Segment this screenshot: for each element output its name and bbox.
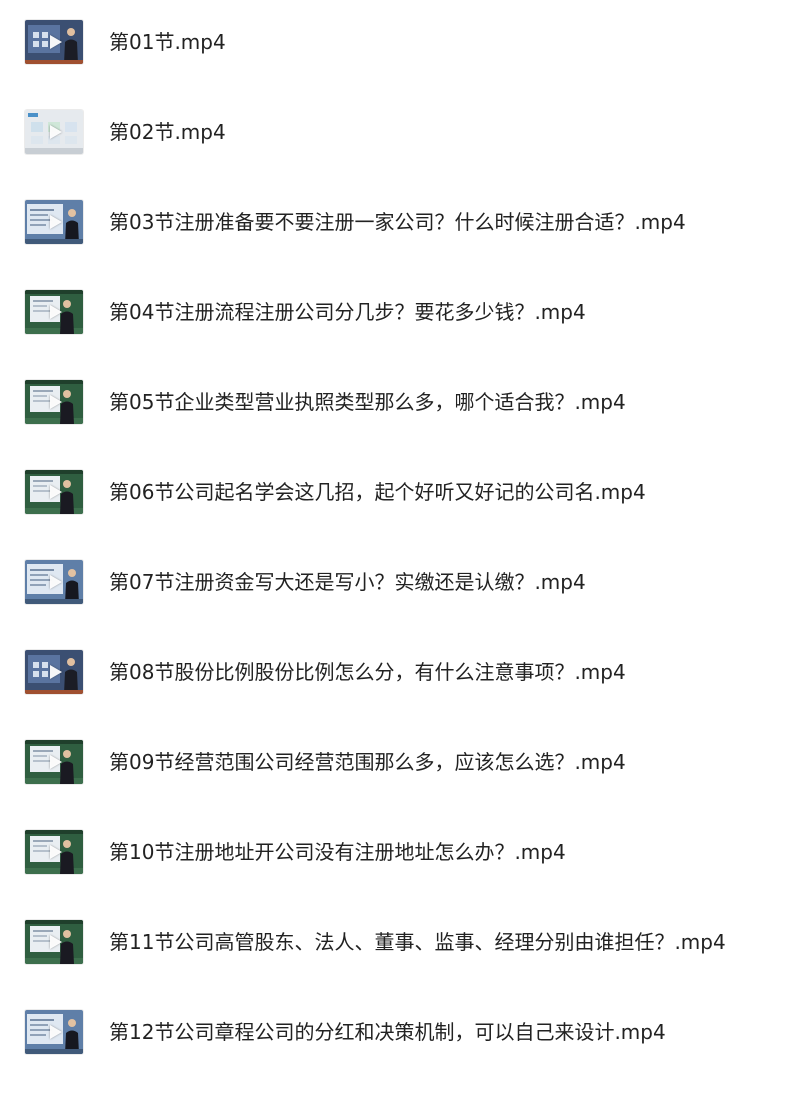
video-thumbnail[interactable] [25,290,83,334]
list-item[interactable]: 第09节经营范围公司经营范围那么多，应该怎么选？.mp4 [0,740,794,830]
file-name[interactable]: 第11节公司高管股东、法人、董事、监事、经理分别由谁担任？.mp4 [109,930,726,954]
file-name[interactable]: 第10节注册地址开公司没有注册地址怎么办？.mp4 [109,840,566,864]
video-thumbnail[interactable] [25,200,83,244]
video-thumbnail[interactable] [25,740,83,784]
list-item[interactable]: 第07节注册资金写大还是写小？实缴还是认缴？.mp4 [0,560,794,650]
file-name[interactable]: 第05节企业类型营业执照类型那么多，哪个适合我？.mp4 [109,390,626,414]
play-icon [50,125,62,139]
list-item[interactable]: 第02节.mp4 [0,110,794,200]
video-thumbnail[interactable] [25,560,83,604]
video-thumbnail[interactable] [25,380,83,424]
video-thumbnail[interactable] [25,20,83,64]
video-thumbnail[interactable] [25,110,83,154]
list-item[interactable]: 第04节注册流程注册公司分几步？要花多少钱？.mp4 [0,290,794,380]
play-icon [50,845,62,859]
file-name[interactable]: 第01节.mp4 [109,30,226,54]
list-item[interactable]: 第11节公司高管股东、法人、董事、监事、经理分别由谁担任？.mp4 [0,920,794,1010]
play-icon [50,35,62,49]
file-name[interactable]: 第09节经营范围公司经营范围那么多，应该怎么选？.mp4 [109,750,626,774]
video-thumbnail[interactable] [25,830,83,874]
list-item[interactable]: 第06节公司起名学会这几招，起个好听又好记的公司名.mp4 [0,470,794,560]
file-name[interactable]: 第07节注册资金写大还是写小？实缴还是认缴？.mp4 [109,570,586,594]
play-icon [50,395,62,409]
file-name[interactable]: 第04节注册流程注册公司分几步？要花多少钱？.mp4 [109,300,586,324]
video-thumbnail[interactable] [25,650,83,694]
list-item[interactable]: 第05节企业类型营业执照类型那么多，哪个适合我？.mp4 [0,380,794,470]
play-icon [50,215,62,229]
file-name[interactable]: 第03节注册准备要不要注册一家公司？什么时候注册合适？.mp4 [109,210,686,234]
list-item[interactable]: 第08节股份比例股份比例怎么分，有什么注意事项？.mp4 [0,650,794,740]
play-icon [50,575,62,589]
play-icon [50,1025,62,1039]
list-item[interactable]: 第03节注册准备要不要注册一家公司？什么时候注册合适？.mp4 [0,200,794,290]
play-icon [50,305,62,319]
list-item[interactable]: 第12节公司章程公司的分红和决策机制，可以自己来设计.mp4 [0,1010,794,1100]
play-icon [50,665,62,679]
video-thumbnail[interactable] [25,920,83,964]
list-item[interactable]: 第01节.mp4 [0,20,794,110]
file-name[interactable]: 第12节公司章程公司的分红和决策机制，可以自己来设计.mp4 [109,1020,666,1044]
file-name[interactable]: 第06节公司起名学会这几招，起个好听又好记的公司名.mp4 [109,480,646,504]
video-thumbnail[interactable] [25,1010,83,1054]
play-icon [50,935,62,949]
list-item[interactable]: 第10节注册地址开公司没有注册地址怎么办？.mp4 [0,830,794,920]
play-icon [50,755,62,769]
play-icon [50,485,62,499]
file-name[interactable]: 第08节股份比例股份比例怎么分，有什么注意事项？.mp4 [109,660,626,684]
file-name[interactable]: 第02节.mp4 [109,120,226,144]
video-thumbnail[interactable] [25,470,83,514]
